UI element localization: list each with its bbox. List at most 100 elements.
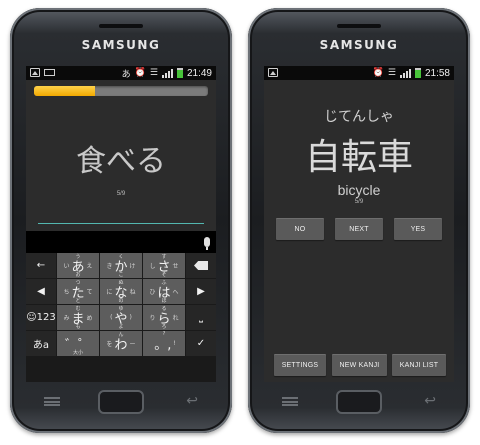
key-flick-left: き	[106, 263, 113, 270]
key-flick-right: !	[173, 340, 176, 347]
key-ya-row[interactable]: ゆ(や) よ	[100, 305, 142, 330]
key-flick-up: す	[161, 254, 167, 260]
ime-status-icon: あ	[121, 69, 131, 80]
question-counter: 5/9	[116, 191, 126, 197]
key-prev[interactable]: ◀	[26, 279, 56, 304]
signal-icon	[161, 68, 173, 78]
key-ka-row[interactable]: くきかけこ	[100, 253, 142, 278]
key-left-arrow[interactable]: ←	[26, 253, 56, 278]
left-phone: SAMSUNG あ ⏰ ☰ 21:49 食べる 5/9 ← ういあえおくきかけこす…	[10, 8, 232, 433]
key-flick-left: ひ	[149, 289, 156, 296]
right-screen: ⏰ ☰ 21:58 じてんしゃ 自転車 bicycle 5/9 NO NEXT …	[264, 66, 454, 382]
back-key-icon[interactable]: ↩	[186, 393, 198, 409]
key-enter[interactable]: ✓	[186, 331, 216, 356]
keyboard-top-bar	[26, 231, 216, 253]
microphone-icon[interactable]	[204, 237, 210, 250]
battery-icon	[176, 68, 183, 78]
key-flick-up: ん	[118, 332, 124, 338]
keyboard-notification-icon	[44, 69, 55, 76]
key-flick-down: そ	[161, 272, 167, 278]
signal-icon	[399, 68, 411, 78]
hardware-keys: ↩	[248, 390, 470, 416]
key-flick-down: よ	[118, 324, 124, 330]
alarm-icon: ⏰	[372, 68, 384, 78]
key-flick-down: こ	[118, 272, 124, 278]
key-flick-up: ゆ	[118, 306, 124, 312]
key-flick-right: ー	[129, 341, 136, 348]
key-delete[interactable]	[186, 253, 216, 278]
key-ta-row[interactable]: つちたてと	[57, 279, 99, 304]
question-counter: 5/9	[354, 199, 364, 205]
backspace-icon	[194, 261, 208, 270]
key-ha-row[interactable]: ふひはへほ	[143, 279, 185, 304]
yes-button[interactable]: YES	[394, 218, 442, 240]
key-flick-down: お	[75, 272, 81, 278]
key-flick-left: (	[110, 314, 113, 321]
key-flick-up: つ	[75, 280, 81, 286]
key-next[interactable]: ▶	[186, 279, 216, 304]
key-ma-row[interactable]: むみまめも	[57, 305, 99, 330]
brand-logo: SAMSUNG	[319, 38, 399, 52]
key-flick-down: ろ	[161, 324, 167, 330]
gallery-notification-icon	[30, 68, 40, 77]
key-flick-left: し	[149, 263, 156, 270]
key-ra-row[interactable]: るりられろ	[143, 305, 185, 330]
brand-logo: SAMSUNG	[81, 38, 161, 52]
new-kanji-button[interactable]: NEW KANJI	[332, 354, 387, 376]
key-flick-right: け	[129, 263, 136, 270]
kanji-reading: じてんしゃ	[324, 109, 394, 125]
key-flick-right: え	[86, 263, 93, 270]
wifi-icon: ☰	[149, 68, 158, 78]
battery-icon	[414, 68, 421, 78]
alarm-icon: ⏰	[134, 68, 146, 78]
settings-button[interactable]: SETTINGS	[274, 354, 326, 376]
key-space[interactable]: ⎵	[186, 305, 216, 330]
key-wa-row[interactable]: んをわー	[100, 331, 142, 356]
home-button[interactable]	[98, 390, 144, 414]
next-button[interactable]: NEXT	[335, 218, 383, 240]
key-flick-down: も	[75, 324, 81, 330]
progress-bar	[34, 86, 208, 96]
key-flick-down: 大小	[72, 350, 83, 356]
menu-key-icon[interactable]	[282, 397, 298, 406]
status-bar: あ ⏰ ☰ 21:49	[26, 66, 216, 80]
key-flick-right: )	[129, 314, 132, 321]
key-flick-up: む	[75, 306, 81, 312]
key-flick-right: て	[86, 289, 93, 296]
key-flick-left: み	[63, 315, 70, 322]
key-flick-up: ?	[162, 331, 166, 337]
question-word: 食べる	[76, 144, 166, 179]
key-mode-a[interactable]: あa	[26, 331, 56, 356]
key-flick-down: ほ	[161, 298, 167, 304]
kanji-word: 自転車	[304, 137, 413, 178]
home-button[interactable]	[336, 390, 382, 414]
key-flick-right: せ	[172, 263, 179, 270]
right-phone: SAMSUNG ⏰ ☰ 21:58 じてんしゃ 自転車 bicycle 5/9 …	[248, 8, 470, 433]
menu-key-icon[interactable]	[44, 397, 60, 406]
key-emoji-123[interactable]: ☺123	[26, 305, 56, 330]
key-flick-down: と	[75, 298, 81, 304]
key-flick-left: を	[106, 341, 113, 348]
key-a-row[interactable]: ういあえお	[57, 253, 99, 278]
key-punct[interactable]: ?。,!	[143, 331, 185, 356]
gallery-notification-icon	[268, 68, 278, 77]
back-key-icon[interactable]: ↩	[424, 393, 436, 409]
key-sa-row[interactable]: すしさせそ	[143, 253, 185, 278]
key-flick-left: り	[149, 315, 156, 322]
clock: 21:58	[424, 67, 450, 79]
kanji-meaning: bicycle	[337, 182, 381, 198]
key-flick-up: う	[75, 254, 81, 260]
hardware-keys: ↩	[10, 390, 232, 416]
earpiece	[99, 24, 143, 28]
key-na-row[interactable]: ぬになねの	[100, 279, 142, 304]
key-flick-up: ふ	[161, 280, 167, 286]
key-flick-right: へ	[172, 289, 179, 296]
kanji-list-button[interactable]: KANJI LIST	[392, 354, 446, 376]
key-dakuten[interactable]: ゛゜ 大小	[57, 331, 99, 356]
status-bar: ⏰ ☰ 21:58	[264, 66, 454, 80]
no-button[interactable]: NO	[276, 218, 324, 240]
key-flick-left: に	[106, 289, 113, 296]
answer-input[interactable]	[38, 223, 204, 224]
key-flick-left: い	[63, 263, 70, 270]
earpiece	[337, 24, 381, 28]
